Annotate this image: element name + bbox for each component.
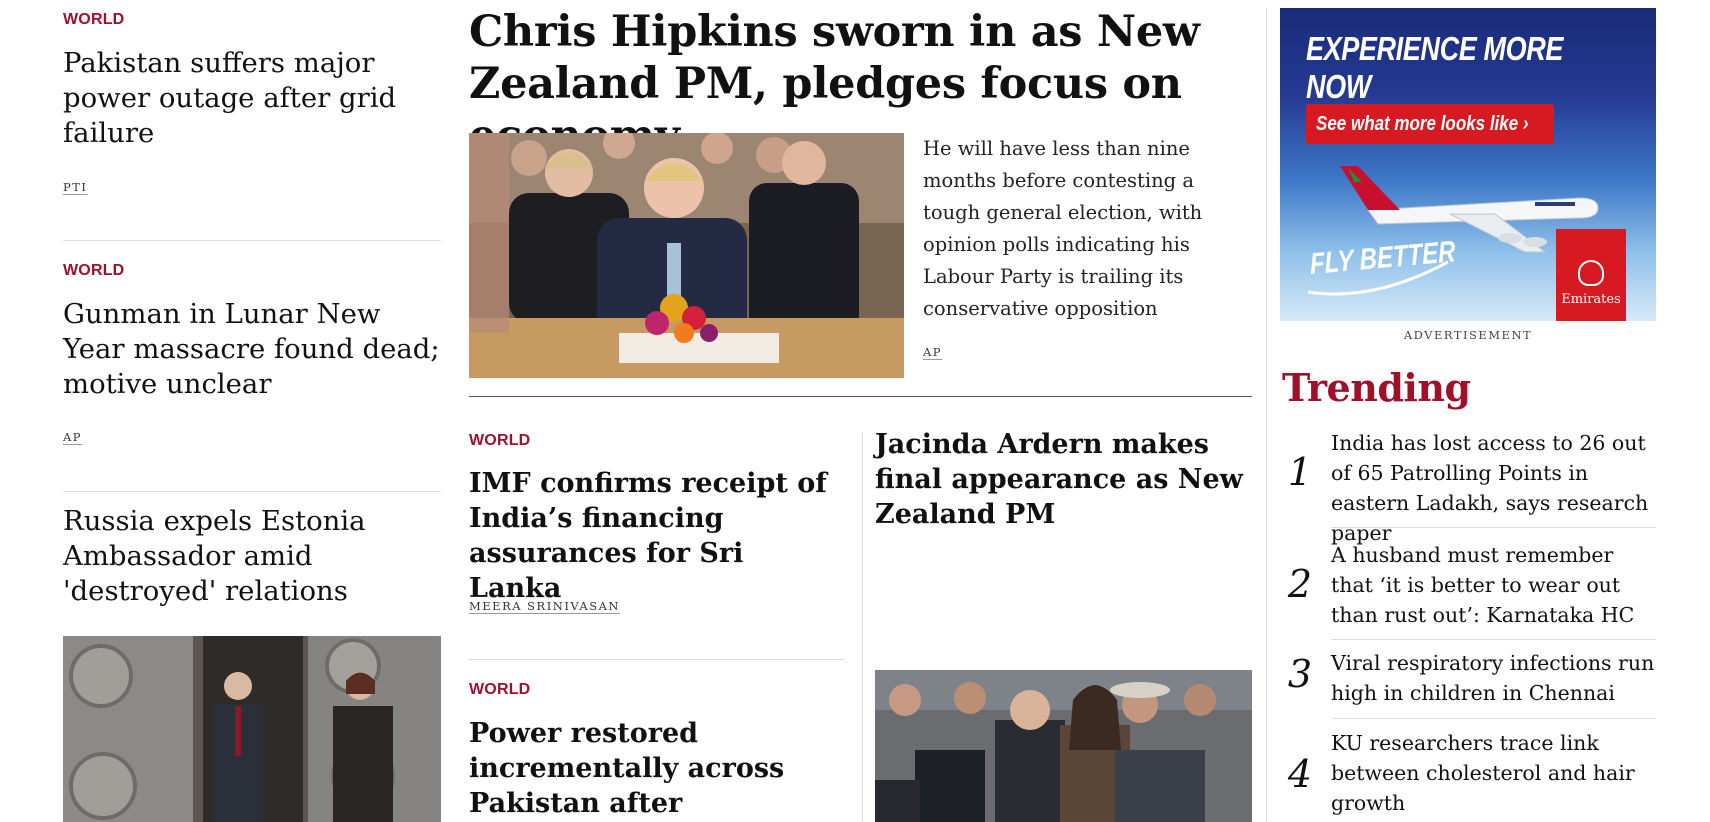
trending-link[interactable]: A husband must remember that ‘it is bett… [1331,540,1656,630]
story-byline[interactable]: AP [63,430,82,444]
advertisement-banner[interactable]: EXPERIENCE MORE NOW See what more looks … [1280,8,1656,321]
ad-swoosh [1307,260,1449,296]
emirates-logo: Emirates [1556,229,1626,321]
trending-item[interactable]: 4 KU researchers trace link between chol… [1280,728,1656,822]
trending-rank: 1 [1287,450,1313,494]
column-divider-middle [862,432,863,822]
trending-heading: Trending [1282,365,1471,410]
lead-story-photo[interactable] [469,133,904,378]
story-headline[interactable]: Jacinda Ardern makes final appearance as… [875,427,1252,532]
story-headline[interactable]: Russia expels Estonia Ambassador amid 'd… [63,504,423,609]
section-kicker[interactable]: WORLD [469,681,530,699]
divider [63,491,441,492]
divider [1331,718,1656,719]
lead-story-summary: He will have less than nine months befor… [923,137,1203,320]
divider [1331,639,1656,640]
story-byline[interactable]: MEERA SRINIVASAN [469,599,620,613]
column-divider-right [1266,8,1267,822]
story-photo-ardern[interactable] [875,670,1252,822]
story-headline[interactable]: Pakistan suffers major power outage afte… [63,46,423,151]
trending-rank: 4 [1287,752,1313,796]
photo-illustration [63,636,441,822]
story-photo-russia-embassy[interactable] [63,636,441,822]
trending-link[interactable]: KU researchers trace link between choles… [1331,728,1656,818]
advertisement-label: ADVERTISEMENT [1403,328,1533,342]
divider [63,240,441,241]
trending-item[interactable]: 3 Viral respiratory infections run high … [1280,648,1656,719]
divider [1331,527,1656,528]
section-kicker[interactable]: WORLD [469,432,530,450]
trending-rank: 3 [1287,652,1313,696]
ad-brand: Emirates [1561,292,1621,307]
ad-cta-button[interactable]: See what more looks like › [1306,104,1554,144]
story-headline[interactable]: IMF confirms receipt of India’s financin… [469,466,845,606]
ad-cta-label: See what more looks like › [1316,112,1529,135]
trending-item[interactable]: 2 A husband must remember that ‘it is be… [1280,536,1656,640]
divider [469,659,845,660]
story-byline[interactable]: PTI [63,180,87,194]
section-kicker[interactable]: WORLD [63,262,124,280]
divider [469,396,1252,397]
story-headline[interactable]: Power restored incrementally across Paki… [469,716,845,822]
emirates-logo-mark [1578,260,1604,286]
lead-story-byline[interactable]: AP [923,345,942,359]
photo-illustration [875,670,1252,822]
ad-tagline: EXPERIENCE MORE NOW [1306,30,1563,105]
section-kicker[interactable]: WORLD [63,11,124,29]
trending-rank: 2 [1287,562,1313,606]
trending-link[interactable]: India has lost access to 26 out of 65 Pa… [1331,428,1656,548]
trending-link[interactable]: Viral respiratory infections run high in… [1331,648,1656,708]
story-headline[interactable]: Gunman in Lunar New Year massacre found … [63,297,441,402]
trending-item[interactable]: 1 India has lost access to 26 out of 65 … [1280,424,1656,545]
photo-illustration [469,133,904,378]
